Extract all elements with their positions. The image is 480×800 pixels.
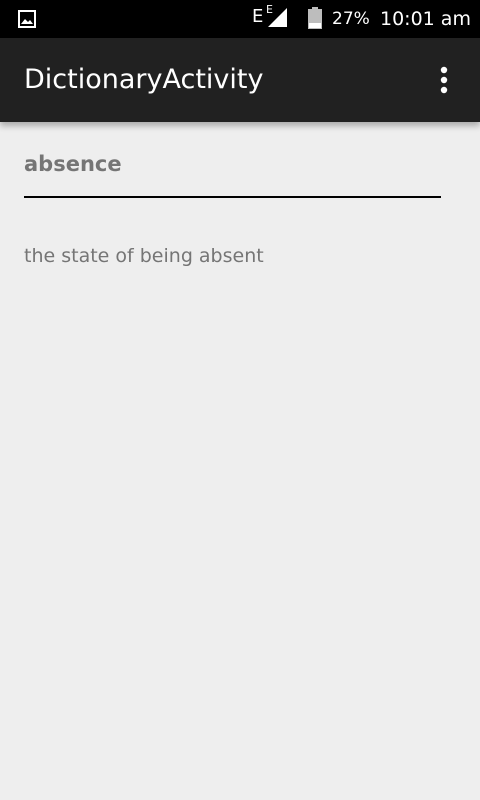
status-bar: E E 27% 10:01 am [0, 0, 480, 38]
more-vert-icon [440, 66, 448, 94]
word-input[interactable]: absence [24, 150, 441, 198]
battery-icon [308, 7, 322, 29]
status-time: 10:01 am [380, 8, 471, 30]
main-content: absence the state of being absent [0, 122, 480, 800]
overflow-menu-button[interactable] [424, 58, 464, 102]
battery-percent: 27% [332, 9, 370, 29]
network-type-label: E [252, 6, 264, 27]
signal-icon [268, 8, 287, 27]
definition-text: the state of being absent [24, 245, 264, 267]
image-icon [18, 10, 36, 28]
app-title: DictionaryActivity [24, 64, 264, 95]
word-input-value: absence [24, 152, 122, 176]
app-bar: DictionaryActivity [0, 38, 480, 122]
